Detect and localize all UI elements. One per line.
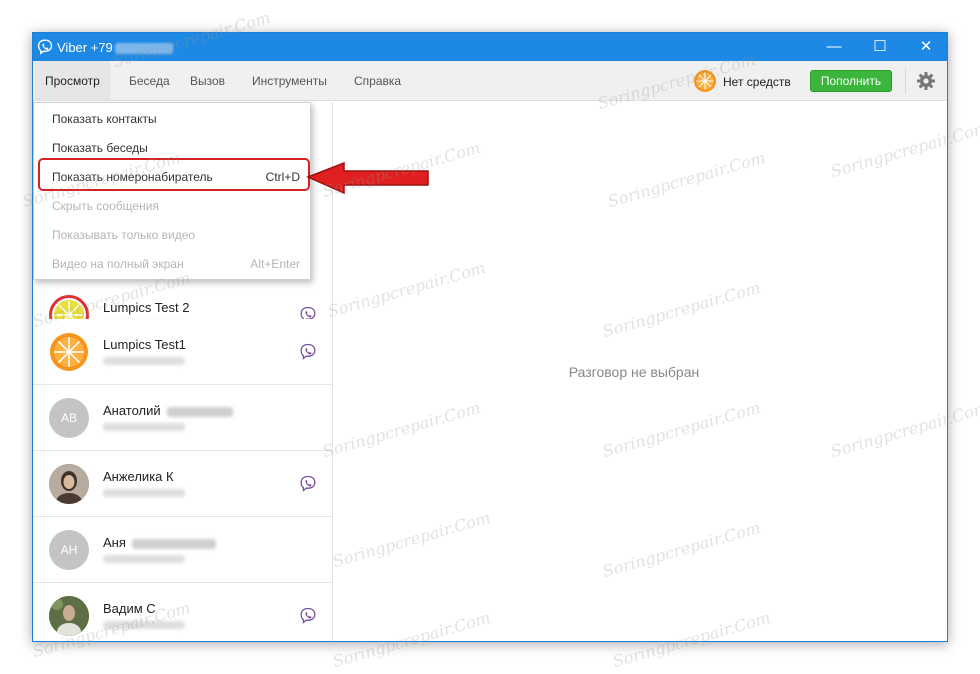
window-title: Viber +79	[57, 40, 173, 55]
contact-phone-hidden	[103, 555, 185, 563]
viber-icon[interactable]	[299, 607, 317, 625]
title-bar: Viber +79 — ☐ ✕	[33, 33, 947, 61]
viber-icon[interactable]	[299, 343, 317, 361]
orange-balance-icon	[694, 70, 716, 92]
window-title-text: Viber +79	[57, 40, 113, 55]
contact-phone-hidden	[103, 621, 185, 629]
close-button[interactable]: ✕	[903, 33, 947, 61]
menu-conversation[interactable]: Беседа	[129, 61, 170, 101]
hidden-surname	[131, 538, 216, 549]
contact-name-text: Аня	[103, 535, 126, 550]
menu-fullscreen-video: Видео на полный экран Alt+Enter	[34, 250, 310, 279]
menu-item-label: Видео на полный экран	[52, 257, 184, 271]
no-conversation-text: Разговор не выбран	[568, 364, 700, 380]
contact-name: Анжелика К	[103, 469, 174, 484]
minimize-button[interactable]: —	[811, 33, 857, 61]
contact-item[interactable]: Анжелика К	[33, 451, 332, 517]
menu-show-video-only: Показывать только видео	[34, 221, 310, 250]
contact-item[interactable]: Lumpics Test1	[33, 319, 332, 385]
viber-icon[interactable]	[299, 475, 317, 493]
menu-help[interactable]: Справка	[354, 61, 401, 101]
viber-window: Viber +79 — ☐ ✕ Просмотр Беседа Вызов Ин…	[32, 32, 948, 642]
contact-name: Аня	[103, 535, 216, 550]
screenshot-stage: Viber +79 — ☐ ✕ Просмотр Беседа Вызов Ин…	[0, 0, 980, 674]
contact-name-text: Анатолий	[103, 403, 161, 418]
view-dropdown-menu: Показать контакты Показать беседы Показа…	[33, 102, 311, 280]
hidden-surname	[166, 406, 233, 417]
photo-avatar-icon	[49, 464, 89, 504]
menu-tools[interactable]: Инструменты	[252, 61, 327, 101]
avatar	[49, 332, 89, 372]
contact-item[interactable]: Вадим С	[33, 583, 332, 641]
maximize-button[interactable]: ☐	[857, 33, 903, 61]
menu-view[interactable]: Просмотр	[35, 61, 110, 101]
top-up-button[interactable]: Пополнить	[810, 70, 892, 92]
avatar	[49, 596, 89, 636]
menu-bar: Просмотр Беседа Вызов Инструменты Справк…	[33, 61, 947, 101]
viber-logo-icon	[37, 39, 53, 55]
hidden-phone-number	[114, 43, 173, 55]
avatar: АВ	[49, 398, 89, 438]
menu-call[interactable]: Вызов	[190, 61, 225, 101]
contact-item[interactable]: АВ Анатолий	[33, 385, 332, 451]
red-arrow-annotation	[306, 161, 429, 195]
orange-avatar-icon	[50, 333, 88, 371]
menu-item-label: Скрыть сообщения	[52, 199, 159, 213]
highlight-frame	[38, 158, 310, 191]
contact-phone-hidden	[103, 489, 185, 497]
contact-item[interactable]: АН Аня	[33, 517, 332, 583]
menu-item-shortcut: Alt+Enter	[250, 257, 300, 271]
menu-item-label: Показывать только видео	[52, 228, 196, 242]
gear-icon	[916, 72, 935, 90]
menu-item-label: Показать контакты	[52, 112, 157, 126]
menu-hide-messages: Скрыть сообщения	[34, 192, 310, 221]
contact-name: Анатолий	[103, 403, 233, 418]
contact-phone-hidden	[103, 357, 185, 365]
contact-name: Lumpics Test 2	[103, 300, 190, 315]
balance-status: Нет средств	[723, 75, 791, 89]
contact-name: Lumpics Test1	[103, 337, 186, 352]
contact-phone-hidden	[103, 423, 185, 431]
menu-item-label: Показать беседы	[52, 141, 148, 155]
settings-button[interactable]	[905, 68, 945, 94]
avatar: АН	[49, 530, 89, 570]
contact-name: Вадим С	[103, 601, 156, 616]
avatar	[49, 464, 89, 504]
menu-show-contacts[interactable]: Показать контакты	[34, 105, 310, 134]
photo-avatar-icon	[49, 596, 89, 636]
